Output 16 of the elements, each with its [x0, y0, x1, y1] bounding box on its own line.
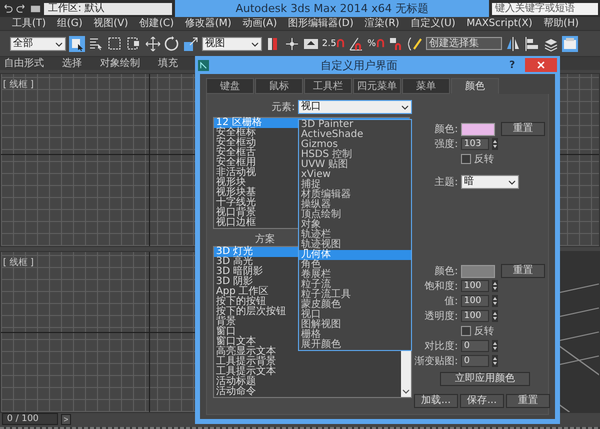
frame-counter: 0 / 100 [2, 413, 58, 425]
field-label: 对比度: [424, 340, 458, 353]
field-label: 饱和度: [424, 280, 458, 293]
color-label: 颜色: [434, 122, 458, 136]
color-label: 颜色: [434, 264, 458, 278]
scheme-label: 方案 [255, 233, 275, 246]
field-label: 渐变贴图: [414, 354, 458, 368]
element-label: 元素: [272, 100, 295, 114]
field-label: 值: [444, 295, 458, 308]
theme-label: 主题: [434, 176, 458, 189]
field-label: 透明度: [424, 310, 458, 323]
intensity-label: 强度: [434, 138, 458, 151]
dialog-title: 自定义用户界面 [320, 58, 399, 72]
invert-label: 反转 [474, 153, 494, 166]
invert-label: 反转 [474, 325, 494, 338]
window-title: Autodesk 3ds Max 2014 x64 无标题 [175, 0, 489, 17]
